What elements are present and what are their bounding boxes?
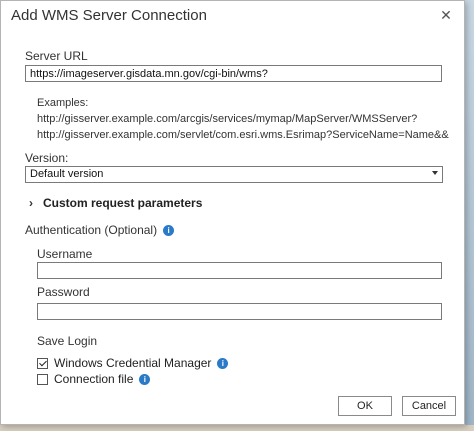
example-url-1: http://gisserver.example.com/arcgis/serv… — [37, 113, 418, 125]
username-input[interactable] — [37, 262, 442, 279]
password-input[interactable] — [37, 303, 442, 320]
username-label: Username — [37, 247, 93, 261]
authentication-label-text: Authentication (Optional) — [25, 223, 158, 237]
info-icon[interactable]: i — [217, 357, 229, 369]
background-map — [465, 0, 474, 431]
ok-button[interactable]: OK — [338, 396, 392, 416]
connection-file-checkbox[interactable] — [37, 373, 48, 385]
version-label: Version: — [25, 151, 69, 165]
background-strip — [0, 425, 474, 431]
custom-request-parameters-expander[interactable]: › Custom request parameters — [29, 196, 202, 210]
examples-label: Examples: — [37, 97, 89, 109]
windows-credential-manager-option[interactable]: Windows Credential Manager i — [37, 356, 229, 370]
authentication-label: Authentication (Optional) i — [25, 223, 175, 237]
windows-credential-manager-checkbox[interactable] — [37, 357, 48, 369]
server-url-input[interactable] — [25, 65, 442, 82]
server-url-label: Server URL — [25, 49, 88, 63]
connection-file-option[interactable]: Connection file i — [37, 372, 151, 386]
windows-credential-manager-label: Windows Credential Manager — [54, 356, 212, 370]
custom-request-parameters-label: Custom request parameters — [43, 196, 203, 210]
close-icon[interactable]: ✕ — [438, 7, 454, 23]
chevron-down-icon — [432, 171, 438, 175]
dialog-title: Add WMS Server Connection — [11, 7, 207, 24]
info-icon[interactable]: i — [163, 225, 175, 237]
save-login-label: Save Login — [37, 334, 98, 348]
connection-file-label: Connection file — [54, 372, 134, 386]
example-url-2: http://gisserver.example.com/servlet/com… — [37, 129, 449, 141]
chevron-right-icon: › — [29, 196, 33, 210]
cancel-button[interactable]: Cancel — [402, 396, 456, 416]
version-selected-value: Default version — [30, 168, 104, 180]
version-dropdown[interactable]: Default version — [25, 166, 443, 183]
password-label: Password — [37, 285, 90, 299]
add-wms-dialog: Add WMS Server Connection ✕ Server URL E… — [0, 0, 465, 425]
info-icon[interactable]: i — [139, 373, 151, 385]
